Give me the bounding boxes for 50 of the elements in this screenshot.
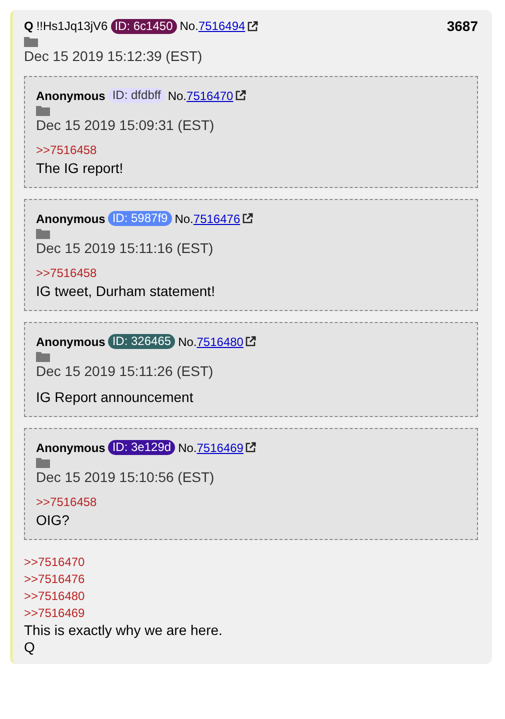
folder-icon	[36, 105, 50, 116]
post-count: 3687	[446, 18, 478, 34]
post-text: This is exactly why we are here.	[24, 622, 224, 639]
external-link-icon[interactable]	[242, 213, 254, 224]
post-number-link[interactable]: 7516469	[196, 440, 244, 454]
reply-link[interactable]: >>7516480	[24, 588, 478, 605]
post-text: OIG?	[36, 511, 70, 529]
poster-id-badge: ID: 5987f9	[108, 211, 172, 226]
external-link-icon[interactable]	[235, 90, 246, 101]
post-number-label: No.	[168, 88, 187, 102]
folder-icon	[36, 457, 50, 468]
post-text: Q	[24, 639, 36, 656]
post-number-label: No.	[174, 212, 194, 226]
folder-icon	[36, 351, 50, 362]
post-text: IG tweet, Durham statement!	[36, 282, 216, 300]
poster-name: Q	[24, 19, 34, 33]
post-number-link[interactable]: 7516470	[186, 88, 234, 102]
post-date: Dec 15 2019 15:11:26 (EST)	[36, 362, 214, 380]
post-number-link[interactable]: 7516480	[196, 334, 244, 348]
post-date: Dec 15 2019 15:12:39 (EST)	[24, 47, 204, 65]
reply-link[interactable]: >>7516458	[36, 142, 466, 159]
post-date: Dec 15 2019 15:10:56 (EST)	[36, 468, 216, 486]
post-text: IG Report announcement	[36, 388, 194, 406]
poster-name: Anonymous	[36, 212, 106, 226]
external-link-icon[interactable]	[245, 442, 256, 453]
external-link-icon[interactable]	[245, 336, 256, 347]
poster-name: Anonymous	[36, 88, 106, 102]
tripcode: !!Hs1Jq13jV6	[36, 19, 108, 33]
poster-id-badge: ID: 3e129d	[108, 440, 176, 455]
reply-link[interactable]: >>7516470	[24, 554, 478, 571]
post-number-label: No.	[180, 19, 198, 33]
folder-icon	[24, 36, 38, 47]
post-date: Dec 15 2019 15:11:16 (EST)	[36, 239, 214, 257]
folder-icon	[36, 228, 50, 239]
post-number-label: No.	[178, 440, 197, 454]
poster-id-badge: ID: dfdbff	[108, 88, 165, 103]
post-text: The IG report!	[36, 159, 124, 177]
external-link-icon[interactable]	[247, 20, 258, 32]
post-number-link[interactable]: 7516476	[193, 212, 240, 226]
poster-name: Anonymous	[36, 334, 106, 348]
reply-link[interactable]: >>7516476	[24, 571, 478, 588]
poster-id-badge: ID: 6c1450	[110, 18, 177, 34]
post-number-label: No.	[178, 334, 197, 348]
post-date: Dec 15 2019 15:09:31 (EST)	[36, 116, 216, 134]
reply-link[interactable]: >>7516458	[36, 265, 466, 282]
poster-name: Anonymous	[36, 440, 106, 454]
post-number-link[interactable]: 7516494	[198, 19, 246, 33]
reply-link[interactable]: >>7516458	[36, 494, 466, 511]
reply-link[interactable]: >>7516469	[24, 605, 478, 622]
poster-id-badge: ID: 326465	[108, 334, 176, 349]
